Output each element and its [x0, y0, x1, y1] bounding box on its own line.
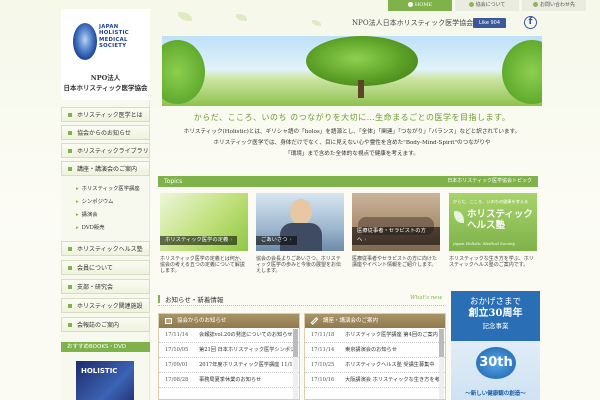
- book-cover[interactable]: HOLISTIC: [76, 361, 134, 400]
- sidebar-item-news[interactable]: 協会からのお知らせ: [61, 125, 150, 140]
- sidebar-item-lectures[interactable]: 講座・講演会のご案内: [61, 161, 150, 176]
- header-org-name: NPO法人日本ホリスティック医学協会: [352, 19, 474, 27]
- logo-mark: [73, 23, 97, 60]
- panel-header: 講座・講演会のご案内: [305, 314, 445, 328]
- scrollbar-thumb[interactable]: [293, 329, 298, 357]
- sidebar: JAPAN HOLISTIC MEDICAL SOCIETY NPO法人 日本ホ…: [61, 9, 150, 400]
- scrollbar-thumb[interactable]: [439, 329, 444, 357]
- chevron-right-icon: ›: [230, 237, 233, 243]
- banner-tagline: 〜新しい健康観の創造〜: [465, 391, 526, 397]
- triangle-right-icon: ▸: [76, 186, 79, 192]
- sidebar-item-health-school[interactable]: ホリスティックヘルス塾: [61, 241, 150, 256]
- circle-arrow-icon: [532, 2, 538, 7]
- bush-right: [502, 40, 542, 104]
- news-heading: お知らせ・新着情報: [158, 294, 223, 304]
- banner-en: Japan Holistic Medical Society: [453, 241, 516, 246]
- news-row[interactable]: 17/08/28 事務局夏季休業のお知らせ: [159, 373, 299, 388]
- anniversary-badge: 30th: [476, 347, 516, 379]
- news-row[interactable]: 17/10/05第21回 日本ホリスティック医学シンポジウム開催: [159, 343, 299, 358]
- home-icon: [407, 2, 413, 7]
- logo-english: JAPAN HOLISTIC MEDICAL SOCIETY: [99, 24, 129, 50]
- bullet-icon: [68, 323, 72, 327]
- leaf-icon: [454, 211, 464, 223]
- bullet-icon: [68, 285, 72, 289]
- topic-card-text: 医療従事者やセラピストの方に向けた講座やイベント情報をご紹介します。: [352, 256, 438, 269]
- portrait: [290, 199, 312, 225]
- topics-header: Topics 日本ホリスティック医学協会トピック: [158, 176, 538, 187]
- topic-card-text: ホリスティック医学の定義とは何か、協会の考える五つの定義について解説します。: [160, 256, 245, 275]
- chevron-right-icon: ›: [364, 237, 367, 243]
- topic-card-text: ホリスティックな生き方を学ぶ、ホリスティックヘルス塾のご案内です。: [449, 256, 534, 269]
- scrollbar[interactable]: [293, 329, 298, 399]
- submenu-item[interactable]: ▸ 講演会: [76, 212, 98, 219]
- tree-trunk: [358, 80, 364, 98]
- nav-home[interactable]: HOME: [388, 0, 452, 11]
- news-row[interactable]: 17/10/16 大阪講演会 ホリスティックな生き方を考える: [305, 373, 445, 388]
- news-panel-lectures: 講座・講演会のご案内 17/11/18 ホリスティック医学講座 第4回のご案内 1…: [304, 313, 446, 400]
- nav-about[interactable]: 協会について: [455, 0, 519, 11]
- topic-card-text: 協会の会長よりごあいさつ。ホリスティック医学の歩みと今後の展望をお伝えします。: [256, 256, 342, 275]
- submenu-item[interactable]: ▸ ホリスティック医学講座: [76, 186, 140, 193]
- topic-card-label: 医療従事者・セラピストの方へ ›: [352, 227, 440, 245]
- bullet-icon: [68, 266, 72, 270]
- news-row[interactable]: 17/11/14 会報誌vol.20の発送についてのお知らせ: [159, 328, 299, 343]
- health-school-title: ホリスティックヘルス塾: [467, 209, 533, 231]
- bullet-icon: [68, 131, 72, 135]
- bullet-icon: [68, 113, 72, 117]
- intro-line-3: 「環境」まで含めた全体的な視点で健康を考えます。: [285, 151, 419, 157]
- facebook-icon[interactable]: f: [524, 16, 537, 29]
- topic-card-definition[interactable]: ホリスティック医学の定義 ›: [160, 193, 248, 251]
- sidebar-item-library[interactable]: ホリスティックライブラリー: [61, 143, 150, 170]
- chevron-right-icon: ›: [289, 237, 292, 243]
- pencil-icon: [310, 317, 319, 325]
- sidebar-item-journal[interactable]: 会報誌のご案内: [61, 317, 150, 332]
- bush-left: [162, 40, 205, 104]
- site-logo[interactable]: JAPAN HOLISTIC MEDICAL SOCIETY NPO法人 日本ホ…: [61, 9, 150, 100]
- topic-card-greeting[interactable]: ごあいさつ ›: [256, 193, 344, 251]
- triangle-right-icon: ▸: [76, 212, 79, 218]
- top-nav: HOME 協会について お問い合わせ先: [388, 0, 589, 11]
- whats-new-label: What's new: [410, 295, 443, 301]
- scrollbar[interactable]: [439, 329, 444, 399]
- anniversary-banner[interactable]: おかげさまで 創立30周年 記念事業 30th 〜新しい健康観の創造〜: [451, 291, 540, 400]
- panel-header: 協会からのお知らせ: [159, 314, 299, 328]
- news-divider: [158, 305, 444, 306]
- submenu-item[interactable]: ▸ シンポジウム: [76, 199, 113, 206]
- triangle-right-icon: ▸: [76, 225, 79, 231]
- monitor-icon: [165, 318, 172, 324]
- heading-bar: [158, 295, 160, 303]
- triangle-right-icon: ▸: [76, 199, 79, 205]
- news-panel-association: 協会からのお知らせ 17/11/14 会報誌vol.20の発送についてのお知らせ …: [158, 313, 300, 400]
- bullet-icon: [68, 247, 72, 251]
- sidebar-item-about-holistic[interactable]: ホリスティック医学とは: [61, 107, 150, 122]
- intro-line-2: ホリスティック医学では、身体だけでなく、目に見えない心や霊性を含めた"Body-…: [213, 140, 491, 146]
- topic-card-label: ごあいさつ ›: [256, 236, 297, 245]
- sidebar-item-facilities[interactable]: ホリスティック関連施設: [61, 298, 150, 313]
- bullet-icon: [68, 149, 72, 153]
- logo-npo: NPO法人: [90, 74, 121, 82]
- news-row[interactable]: 17/09/012017年度ホリスティック医学講座 11/12開催: [159, 358, 299, 373]
- submenu-item[interactable]: ▸ DVD販売: [76, 225, 105, 232]
- circle-arrow-icon: [468, 2, 474, 7]
- sidebar-item-membership[interactable]: 会員について: [61, 260, 150, 275]
- banner-top: おかげさまで 創立30周年 記念事業: [451, 291, 540, 341]
- news-row[interactable]: 17/11/14 東京講演会のお知らせ: [305, 343, 445, 358]
- news-row[interactable]: 17/11/18 ホリスティック医学講座 第4回のご案内: [305, 328, 445, 343]
- banner-caption: からだ、こころ、いのちの健康を考える: [453, 199, 529, 204]
- facebook-like-button[interactable]: Like 904: [473, 18, 506, 28]
- sidebar-item-branches[interactable]: 支部・研究会: [61, 279, 150, 294]
- bullet-icon: [68, 167, 72, 171]
- hero-image: [162, 36, 542, 106]
- topic-card-label: ホリスティック医学の定義 ›: [160, 236, 238, 245]
- hero-slogan: からだ、こころ、いのち のつながりを大切に…生命まるごとの医学を目指します。: [193, 113, 511, 122]
- tree-canopy: [306, 36, 418, 86]
- logo-org-name: 日本ホリスティック医学協会: [63, 84, 148, 92]
- intro-line-1: ホリスティック(Holistic)とは、ギリシャ語の「holos」を語源とし、「…: [183, 129, 521, 135]
- topic-card-practitioners[interactable]: 医療従事者・セラピストの方へ ›: [352, 193, 440, 251]
- nav-contact[interactable]: お問い合わせ先: [522, 0, 586, 11]
- news-row[interactable]: 17/10/25 ホリスティックヘルス塾 受講生募集中: [305, 358, 445, 373]
- bullet-icon: [68, 304, 72, 308]
- books-header: おすすめBOOKS・DVD: [61, 342, 150, 352]
- topic-card-health-school[interactable]: からだ、こころ、いのちの健康を考える ホリスティックヘルス塾 Japan Hol…: [449, 193, 537, 251]
